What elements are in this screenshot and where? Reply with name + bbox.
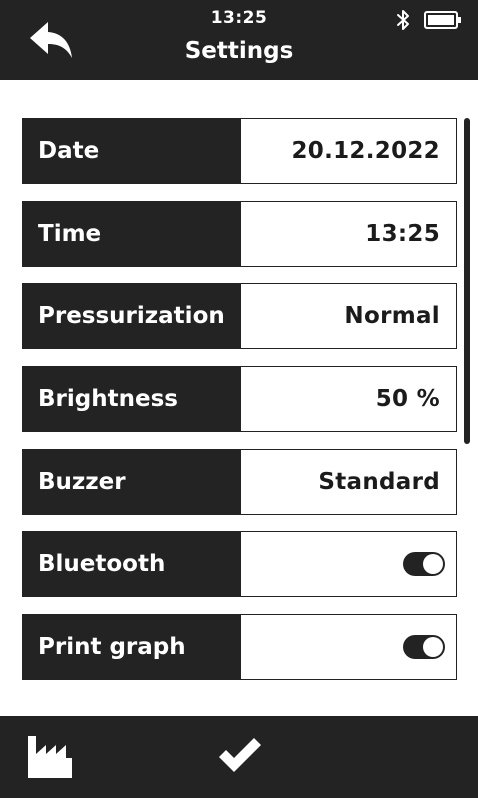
factory-icon [28,736,72,778]
setting-row-date[interactable]: Date 20.12.2022 [22,118,457,184]
setting-label: Print graph [22,614,241,680]
page-title: Settings [184,38,294,64]
print-graph-toggle[interactable] [403,635,445,659]
setting-value[interactable]: 13:25 [241,201,457,267]
setting-value [241,614,457,680]
battery-icon [424,11,461,29]
scrollbar[interactable] [463,118,471,678]
bluetooth-icon [397,10,409,30]
footer-bar [0,716,478,798]
factory-reset-button[interactable] [26,732,74,780]
setting-value [241,531,457,597]
header-bar: 13:25 Settings [0,0,478,80]
setting-row-brightness[interactable]: Brightness 50 % [22,366,457,432]
scrollbar-thumb[interactable] [464,118,470,444]
setting-value[interactable]: 20.12.2022 [241,118,457,184]
toggle-knob [423,554,443,574]
setting-label: Bluetooth [22,531,241,597]
checkmark-icon [219,738,261,772]
setting-label: Date [22,118,241,184]
toggle-knob [423,637,443,657]
setting-row-buzzer[interactable]: Buzzer Standard [22,449,457,515]
setting-label: Time [22,201,241,267]
setting-row-print-graph[interactable]: Print graph [22,614,457,680]
setting-row-pressurization[interactable]: Pressurization Normal [22,283,457,349]
setting-value[interactable]: 50 % [241,366,457,432]
setting-label: Brightness [22,366,241,432]
setting-label: Buzzer [22,449,241,515]
confirm-button[interactable] [216,736,264,776]
setting-value[interactable]: Normal [241,283,457,349]
setting-row-time[interactable]: Time 13:25 [22,201,457,267]
setting-label: Pressurization [22,283,241,349]
bluetooth-toggle[interactable] [403,552,445,576]
setting-row-bluetooth[interactable]: Bluetooth [22,531,457,597]
setting-value[interactable]: Standard [241,449,457,515]
